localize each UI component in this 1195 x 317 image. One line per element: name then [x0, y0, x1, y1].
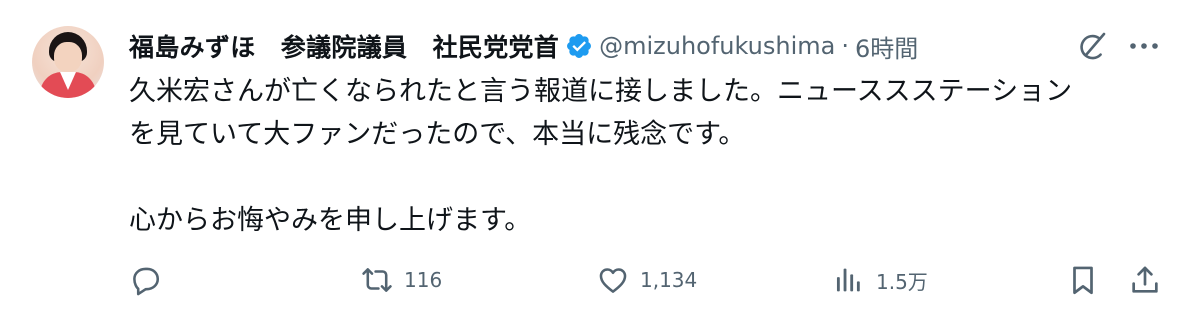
author-handle[interactable]: @mizuhofukushima: [599, 32, 835, 60]
tweet-paragraph: 心からお悔やみを申し上げます。: [129, 205, 532, 236]
header-separator: ·: [841, 32, 849, 60]
views-icon: [832, 263, 866, 297]
views-button[interactable]: 1.5万: [832, 258, 928, 302]
views-count: 1.5万: [876, 269, 928, 294]
like-icon: [596, 263, 630, 297]
bookmark-button[interactable]: [1066, 258, 1100, 302]
reply-icon: [128, 263, 162, 297]
tweet-timestamp[interactable]: 6時間: [855, 29, 918, 64]
tweet-text: 久米宏さんが亡くなられたと言う報道に接しました。ニューススステーション を見てい…: [129, 70, 1169, 242]
reply-button[interactable]: [128, 258, 162, 302]
action-bar: 116 1,134 1.5万: [0, 258, 1195, 302]
share-icon: [1128, 263, 1162, 297]
retweet-icon: [360, 263, 394, 297]
like-count: 1,134: [640, 268, 698, 292]
share-button[interactable]: [1128, 258, 1162, 302]
tweet-paragraph: 久米宏さんが亡くなられたと言う報道に接しました。ニューススステーション: [129, 76, 1073, 107]
avatar[interactable]: [32, 26, 104, 98]
verified-badge-icon[interactable]: [565, 32, 593, 60]
retweet-count: 116: [404, 268, 443, 292]
more-icon[interactable]: [1126, 28, 1162, 64]
grok-icon[interactable]: [1074, 28, 1110, 64]
retweet-button[interactable]: 116: [360, 258, 442, 302]
like-button[interactable]: 1,134: [596, 258, 697, 302]
author-name[interactable]: 福島みずほ 参議院議員 社民党党首: [129, 28, 559, 64]
bookmark-icon: [1066, 263, 1100, 297]
tweet-paragraph: を見ていて大ファンだったので、本当に残念です。: [129, 119, 746, 150]
avatar-face: [54, 42, 82, 72]
tweet-header: 福島みずほ 参議院議員 社民党党首 @mizuhofukushima · 6時間: [129, 24, 918, 68]
